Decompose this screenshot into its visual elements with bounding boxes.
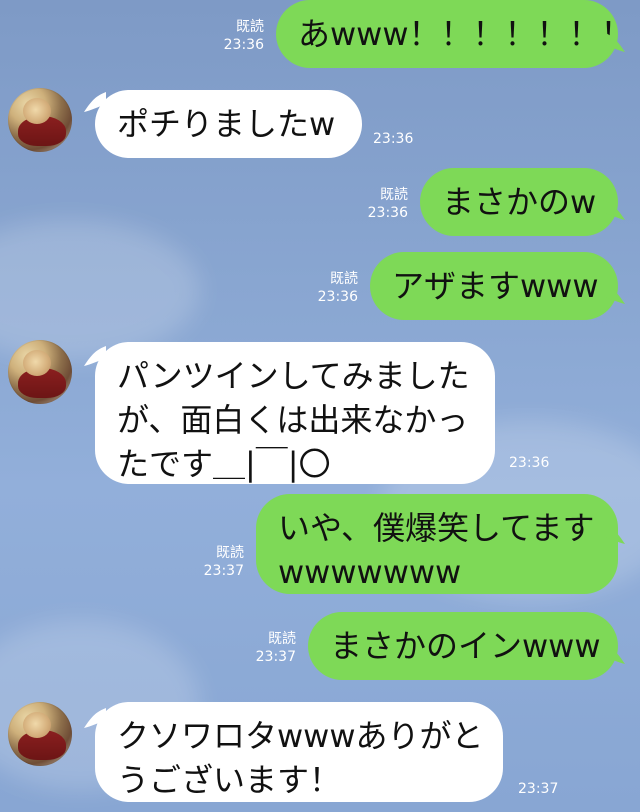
message-bubble[interactable]: アザますwww — [370, 252, 618, 320]
read-receipt: 既読 — [268, 631, 296, 647]
message-line: まさかのインwww — [330, 627, 601, 665]
read-receipt: 既読 — [216, 545, 244, 561]
message-time: 23:37 — [518, 781, 559, 797]
bubble-tail-icon — [603, 200, 625, 220]
message-bubble[interactable]: パンツインしてみました が、面白くは出来なかっ たです＿|￣|〇 — [95, 342, 495, 484]
message-meta: 既読 23:37 — [244, 630, 296, 666]
message-line: パンツインしてみました — [117, 357, 470, 395]
message-meta: 既読 23:36 — [212, 18, 264, 54]
message-meta: 既読 23:36 — [356, 186, 408, 222]
avatar-icon — [8, 88, 72, 152]
message-line: wwwwwww — [278, 553, 462, 591]
message-bubble[interactable]: クソワロタwwwありがと うございます！ — [95, 702, 503, 802]
read-receipt: 既読 — [236, 19, 264, 35]
message-bubble[interactable]: あwww！！！！！！！ — [276, 0, 633, 68]
message-time: 23:36 — [223, 37, 264, 53]
message-line: アザますwww — [392, 267, 599, 305]
message-time: 23:37 — [255, 649, 296, 665]
message-time: 23:36 — [367, 205, 408, 221]
avatar-icon — [8, 702, 72, 766]
message-time: 23:37 — [203, 563, 244, 579]
message-bubble[interactable]: いや、僕爆笑してます wwwwwww — [256, 494, 618, 594]
message-line: クソワロタwwwありがと — [117, 717, 484, 755]
message-bubble[interactable]: まさかのインwww — [308, 612, 618, 680]
message-line: まさかのw — [442, 183, 597, 221]
read-receipt: 既読 — [380, 187, 408, 203]
message-bubble[interactable]: ポチりましたw — [95, 90, 362, 158]
bubble-tail-icon — [603, 644, 625, 664]
read-receipt: 既読 — [330, 271, 358, 287]
cloud — [0, 220, 200, 360]
message-meta: 既読 23:37 — [192, 544, 244, 580]
message-bubble[interactable]: まさかのw — [420, 168, 618, 236]
message-line: が、面白くは出来なかっ — [117, 401, 469, 439]
message-line: いや、僕爆笑してます — [278, 509, 595, 547]
message-line: たです＿|￣|〇 — [117, 445, 331, 483]
message-meta: 既読 23:36 — [306, 270, 358, 306]
avatar-icon — [8, 340, 72, 404]
bubble-tail-icon — [603, 32, 625, 52]
message-line: うございます！ — [117, 761, 342, 799]
bubble-tail-icon — [603, 284, 625, 304]
message-time: 23:36 — [317, 289, 358, 305]
message-line: ポチりましたw — [117, 105, 336, 143]
chat-background: 既読 23:36 あwww！！！！！！！ ポチりましたw 23:36 既読 23… — [0, 0, 640, 812]
message-time: 23:36 — [373, 131, 414, 147]
bubble-tail-icon — [603, 524, 625, 544]
message-line: あwww！！！！！！！ — [298, 15, 633, 53]
message-time: 23:36 — [509, 455, 550, 471]
